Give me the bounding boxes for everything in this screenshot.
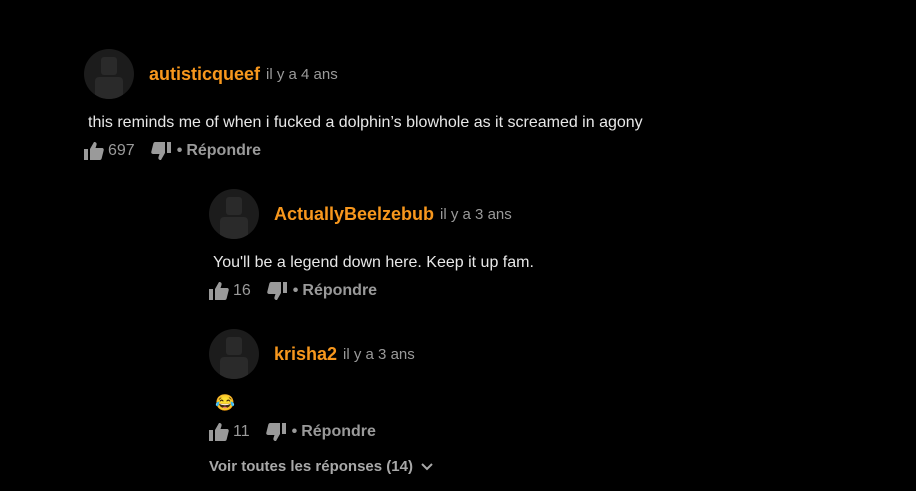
- username-link[interactable]: krisha2: [274, 344, 337, 365]
- avatar-placeholder-icon: [95, 57, 123, 99]
- comment-header: autisticqueef il y a 4 ans: [84, 49, 643, 99]
- thumbs-down-icon[interactable]: [150, 142, 171, 160]
- avatar[interactable]: [209, 189, 259, 239]
- thumbs-up-icon[interactable]: [84, 142, 104, 160]
- comment-actions: 16 • Répondre: [209, 282, 534, 300]
- comment-text: You'll be a legend down here. Keep it up…: [213, 254, 534, 271]
- separator: •: [292, 282, 299, 299]
- thumbs-up-icon[interactable]: [209, 282, 229, 300]
- avatar[interactable]: [84, 49, 134, 99]
- chevron-down-icon: [421, 462, 433, 470]
- comment-header: ActuallyBeelzebub il y a 3 ans: [209, 189, 534, 239]
- avatar[interactable]: [209, 329, 259, 379]
- reply-comment: krisha2 il y a 3 ans 😂 11 • Répondre: [209, 329, 415, 441]
- username-link[interactable]: ActuallyBeelzebub: [274, 204, 434, 225]
- comment-text: this reminds me of when i fucked a dolph…: [88, 114, 643, 131]
- separator: •: [176, 142, 183, 159]
- reply-comment: ActuallyBeelzebub il y a 3 ans You'll be…: [209, 189, 534, 300]
- like-count: 16: [233, 282, 251, 299]
- thumbs-down-icon[interactable]: [267, 282, 287, 300]
- timestamp: il y a 3 ans: [440, 205, 512, 223]
- comment: autisticqueef il y a 4 ans this reminds …: [84, 49, 643, 160]
- reply-button[interactable]: Répondre: [302, 282, 377, 300]
- username-link[interactable]: autisticqueef: [149, 64, 260, 85]
- timestamp: il y a 4 ans: [266, 65, 338, 83]
- comment-header: krisha2 il y a 3 ans: [209, 329, 415, 379]
- separator: •: [291, 423, 298, 440]
- like-count: 697: [108, 142, 135, 159]
- comment-emoji: 😂: [215, 395, 235, 412]
- avatar-placeholder-icon: [220, 197, 248, 239]
- like-count: 11: [233, 423, 250, 440]
- timestamp: il y a 3 ans: [343, 345, 415, 363]
- view-all-replies-button[interactable]: Voir toutes les réponses (14): [209, 458, 433, 475]
- view-all-replies-label: Voir toutes les réponses (14): [209, 458, 413, 475]
- reply-button[interactable]: Répondre: [186, 142, 261, 160]
- comment-actions: 11 • Répondre: [209, 423, 415, 441]
- thumbs-up-icon[interactable]: [209, 423, 229, 441]
- thumbs-down-icon[interactable]: [265, 423, 286, 441]
- comment-actions: 697 • Répondre: [84, 142, 643, 160]
- reply-button[interactable]: Répondre: [301, 423, 376, 441]
- avatar-placeholder-icon: [220, 337, 248, 379]
